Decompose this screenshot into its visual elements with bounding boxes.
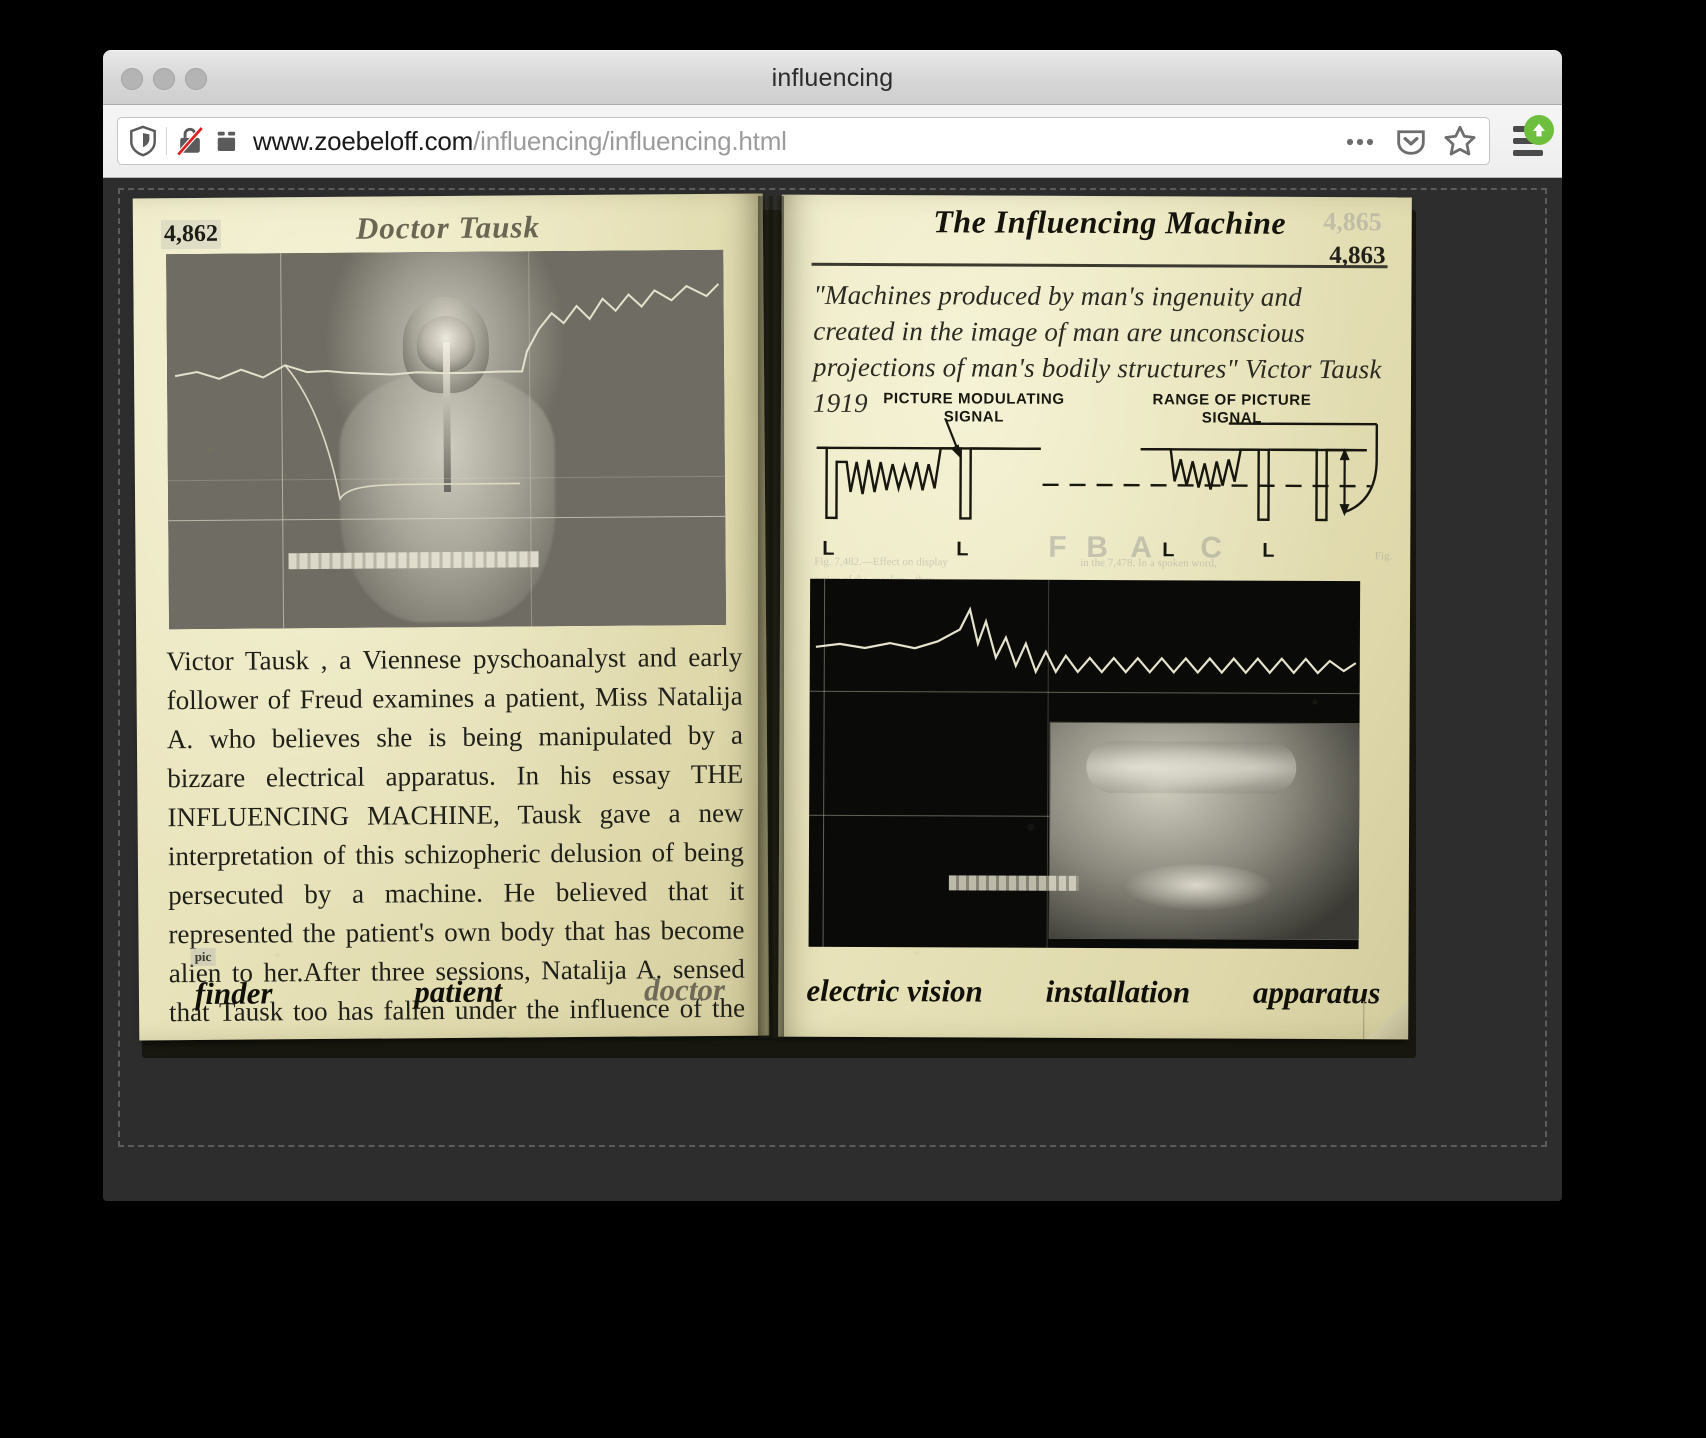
star-icon[interactable]	[1443, 124, 1477, 158]
pocket-icon[interactable]	[1395, 125, 1427, 157]
window-title: influencing	[771, 64, 894, 92]
shield-icon[interactable]	[128, 125, 158, 157]
ellipsis-icon[interactable]	[1345, 134, 1379, 148]
crossed-lock-icon[interactable]	[175, 125, 205, 157]
sticky-note-label: pic	[190, 947, 216, 967]
signal-diagram: PICTURE MODULATING SIGNAL RANGE OF PICTU…	[810, 390, 1393, 573]
arrow-up-icon	[1533, 123, 1545, 137]
hamburger-menu-button[interactable]	[1500, 113, 1556, 169]
nav-link-patient[interactable]: patient	[414, 974, 502, 1011]
trace-letter-2: L	[956, 538, 969, 561]
url-bar[interactable]: www.zoebeloff.com/influencing/influencin…	[117, 117, 1490, 165]
toolbar-divider	[166, 127, 167, 155]
nav-link-finder[interactable]: finder	[195, 975, 273, 1012]
book-spine	[758, 196, 784, 1038]
trace-letter-4: L	[1262, 539, 1275, 562]
diagram-trace-letters: L L L L	[810, 538, 1392, 567]
browser-window: influencing www.zoebeloff.com/influencin…	[103, 50, 1562, 1201]
url-bar-actions	[1345, 124, 1483, 158]
url-host: www.zoebeloff.com	[253, 125, 474, 156]
page-corner-fold	[1363, 1001, 1409, 1040]
nav-link-installation[interactable]: installation	[1045, 974, 1190, 1011]
left-page: 4,862 Doctor Tausk Victor Tausk , a Vien…	[132, 193, 770, 1041]
update-available-badge[interactable]	[1524, 115, 1554, 145]
screen: influencing www.zoebeloff.com/influencin…	[0, 0, 1706, 1438]
trace-letter-3: L	[1162, 539, 1175, 562]
nav-link-doctor[interactable]: doctor	[644, 972, 725, 1009]
left-page-nav-links: finder patient doctor	[167, 972, 747, 1013]
nav-link-apparatus[interactable]: apparatus	[1253, 975, 1381, 1012]
doctor-tausk-figure-image	[166, 249, 727, 630]
right-page-nav-links: electric vision installation apparatus	[806, 973, 1386, 1012]
header-rule	[811, 262, 1388, 269]
nav-link-electric-vision[interactable]: electric vision	[806, 973, 983, 1010]
electric-vision-figure-image	[808, 578, 1361, 950]
right-page: 4,865 The Influencing Machine 4,863 "Mac…	[778, 194, 1412, 1040]
right-page-title: The Influencing Machine	[933, 203, 1287, 241]
face-inset-photo	[1048, 721, 1361, 941]
page-viewport: 4,862 Doctor Tausk Victor Tausk , a Vien…	[103, 178, 1562, 1201]
browser-toolbar: www.zoebeloff.com/influencing/influencin…	[103, 105, 1562, 178]
url-text[interactable]: www.zoebeloff.com/influencing/influencin…	[241, 126, 1345, 157]
window-titlebar: influencing	[103, 50, 1562, 105]
left-page-title: Doctor Tausk	[355, 209, 541, 246]
url-path: /influencing/influencing.html	[473, 125, 787, 156]
page-actions-icon[interactable]	[213, 126, 241, 156]
trace-letter-1: L	[822, 537, 835, 560]
book-spread: 4,862 Doctor Tausk Victor Tausk , a Vien…	[128, 193, 1428, 1066]
